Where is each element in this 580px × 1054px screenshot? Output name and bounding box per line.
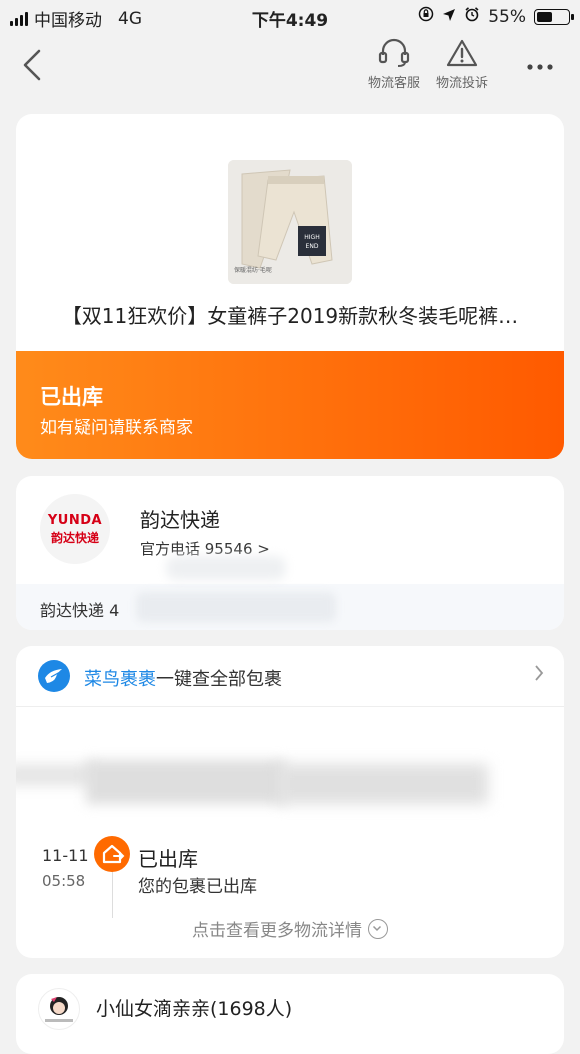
carrier-name: 韵达快递: [140, 508, 220, 532]
rotation-lock-icon: [418, 6, 434, 27]
battery-icon: [534, 8, 574, 25]
shop-name: 小仙女滴亲亲(1698人): [96, 998, 293, 1020]
status-bar: 中国移动 4G 下午4:49 55%: [0, 0, 580, 34]
product-title[interactable]: 【双11狂欢价】女童裤子2019新款秋冬装毛呢裤…: [16, 300, 564, 329]
tracking-number: 韵达快递 4: [40, 601, 120, 620]
product-image[interactable]: HIGH END 保暖混纺·毛呢: [228, 160, 352, 284]
alarm-icon: [464, 6, 480, 27]
cainiao-banner[interactable]: 菜鸟裹裹一键查全部包裹: [16, 646, 564, 707]
logistics-complaint-label: 物流投诉: [435, 76, 488, 91]
chevron-left-icon: [23, 49, 41, 81]
more-logistics-details-link[interactable]: 点击查看更多物流详情: [16, 916, 564, 941]
redaction-blur: [166, 556, 286, 580]
pants-illustration: HIGH END 保暖混纺·毛呢: [228, 160, 352, 284]
carrier-logo-cn: 韵达快递: [50, 530, 99, 545]
shipment-status-subtitle: 如有疑问请联系商家: [40, 418, 193, 438]
tracking-number-row[interactable]: 韵达快递 4: [16, 556, 564, 630]
back-button[interactable]: [22, 48, 52, 84]
carrier-logo: YUNDA 韵达快递: [40, 494, 110, 564]
svg-text:END: END: [306, 243, 319, 250]
redacted-area: [16, 746, 564, 826]
cainiao-bird-icon: [38, 660, 70, 692]
shipment-status-banner: 已出库 如有疑问请联系商家: [16, 351, 564, 459]
more-icon: [527, 64, 553, 70]
product-tag-text: HIGH: [304, 234, 319, 241]
logistics-service-label: 物流客服: [367, 76, 420, 91]
order-status-card: HIGH END 保暖混纺·毛呢 【双11狂欢价】女童裤子2019新款秋冬装毛呢…: [16, 114, 564, 459]
timeline-event-desc: 您的包裹已出库: [138, 877, 257, 897]
cainiao-slogan: 一键查全部包裹: [156, 669, 282, 690]
nav-bar: 物流客服 物流投诉: [0, 34, 580, 100]
headset-icon: [378, 38, 410, 67]
carrier-card: YUNDA 韵达快递 韵达快递 官方电话 95546 > 韵达快递 4: [16, 476, 564, 630]
more-details-label: 点击查看更多物流详情: [192, 921, 362, 941]
chevron-right-icon: [534, 664, 544, 687]
chevron-down-icon: [368, 919, 388, 939]
product-image-caption: 保暖混纺·毛呢: [234, 266, 272, 274]
shop-card[interactable]: 小仙女滴亲亲(1698人): [16, 974, 564, 1054]
location-icon: [442, 7, 456, 27]
carrier-logo-en: YUNDA: [47, 512, 103, 528]
more-button[interactable]: [526, 52, 554, 77]
cainiao-text: 菜鸟裹裹一键查全部包裹: [84, 665, 282, 691]
logistics-timeline-card: 菜鸟裹裹一键查全部包裹 11-11 05:58 已出库 您的包裹已出库 点击查看…: [16, 646, 564, 958]
timeline-time: 05:58: [42, 872, 86, 890]
logistics-complaint-button[interactable]: 物流投诉: [430, 38, 494, 91]
logistics-service-button[interactable]: 物流客服: [362, 38, 426, 91]
shipment-status-title: 已出库: [40, 385, 103, 409]
cainiao-brand: 菜鸟裹裹: [84, 669, 156, 690]
battery-percent: 55%: [488, 6, 526, 27]
timeline-event-title: 已出库: [138, 847, 198, 871]
timeline-date: 11-11: [42, 846, 89, 865]
warning-icon: [446, 39, 478, 67]
redaction-blur: [136, 592, 336, 622]
shop-avatar: [38, 988, 80, 1030]
warehouse-out-icon: [94, 836, 130, 872]
